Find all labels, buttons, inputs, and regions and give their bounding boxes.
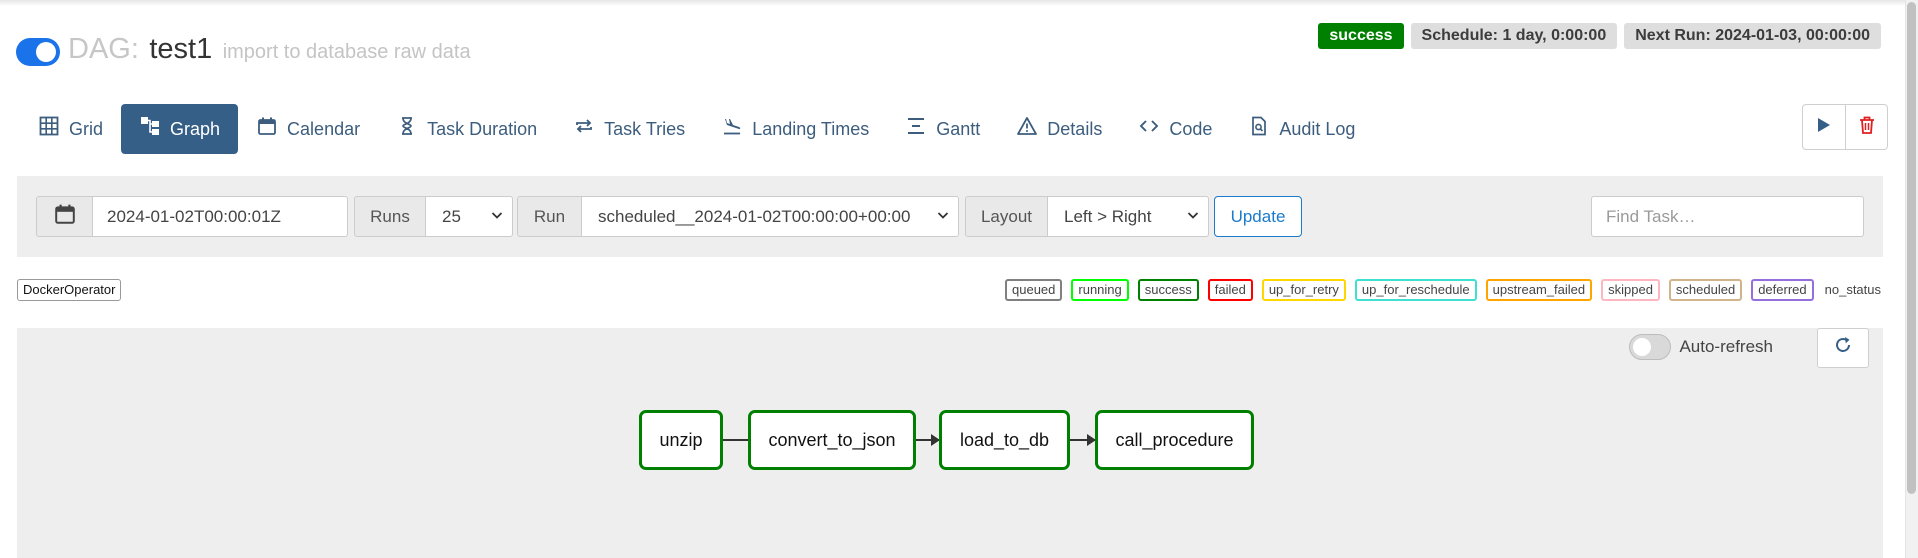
legend-no-status[interactable]: no_status (1823, 279, 1883, 301)
auto-refresh-label: Auto-refresh (1679, 337, 1773, 356)
tab-graph[interactable]: Graph (121, 104, 239, 154)
tab-code[interactable]: Code (1120, 104, 1230, 154)
task-node-convert-to-json[interactable]: convert_to_json (748, 410, 916, 470)
dag-name: test1 (149, 33, 213, 65)
tab-label: Grid (69, 118, 104, 139)
graph-icon (139, 116, 161, 142)
task-node-unzip[interactable]: unzip (639, 410, 723, 470)
dag-title: DAG: test1 import to database raw data (68, 33, 471, 66)
trash-icon (1859, 116, 1875, 139)
layout-value: Left > Right (1064, 206, 1152, 226)
tab-task-tries[interactable]: Task Tries (555, 104, 703, 154)
tab-label: Code (1169, 118, 1213, 139)
auto-refresh-toggle[interactable] (1629, 334, 1672, 360)
dag-actions (1802, 104, 1888, 150)
runs-value: 25 (442, 206, 461, 226)
tab-label: Audit Log (1279, 118, 1356, 139)
top-shadow (0, 0, 1905, 6)
tab-calendar[interactable]: Calendar (238, 104, 378, 154)
grid-icon (38, 116, 60, 142)
tab-grid[interactable]: Grid (20, 104, 121, 154)
schedule-badge: Schedule: 1 day, 0:00:00 (1410, 23, 1618, 49)
calendar-icon (54, 203, 76, 230)
update-button[interactable]: Update (1214, 196, 1302, 237)
state-legend: queued running success failed up_for_ret… (1005, 279, 1883, 301)
dag-pause-toggle[interactable] (16, 38, 60, 66)
runs-select[interactable]: 25 (425, 196, 513, 237)
scrollbar-thumb[interactable] (1907, 2, 1916, 494)
tab-label: Gantt (936, 118, 981, 139)
operator-label[interactable]: DockerOperator (17, 279, 122, 301)
legend-failed[interactable]: failed (1207, 279, 1253, 301)
task-node-call-procedure[interactable]: call_procedure (1095, 410, 1254, 470)
find-task-input[interactable]: Find Task… (1591, 196, 1864, 237)
chevron-down-icon (937, 209, 949, 224)
next-run-badge: Next Run: 2024-01-03, 00:00:00 (1624, 23, 1881, 49)
file-search-icon (1248, 116, 1270, 142)
page-scrollbar[interactable] (1905, 0, 1918, 558)
toggle-knob (1633, 338, 1652, 356)
toggle-knob (36, 42, 56, 62)
edge-load-call (1070, 434, 1096, 446)
status-badge: success (1318, 23, 1404, 49)
legend-upstream-failed[interactable]: upstream_failed (1485, 279, 1593, 301)
legend-up-for-reschedule[interactable]: up_for_reschedule (1354, 279, 1477, 301)
legend-running[interactable]: running (1071, 279, 1129, 301)
legend-up-for-retry[interactable]: up_for_retry (1261, 279, 1346, 301)
runs-label: Runs (354, 196, 426, 237)
refresh-button[interactable] (1817, 328, 1869, 368)
tab-details[interactable]: Details (998, 104, 1120, 154)
tab-gantt[interactable]: Gantt (887, 104, 998, 154)
legend-scheduled[interactable]: scheduled (1668, 279, 1743, 301)
graph-filter-bar: 2024-01-02T00:00:01Z Runs 25 Run schedul… (17, 176, 1883, 257)
tab-label: Task Tries (604, 118, 686, 139)
dag-prefix: DAG: (68, 33, 139, 65)
warning-triangle-icon (1016, 116, 1038, 142)
dag-description: import to database raw data (222, 41, 471, 63)
refresh-icon (1833, 335, 1853, 361)
legend-queued[interactable]: queued (1005, 279, 1063, 301)
legend-skipped[interactable]: skipped (1601, 279, 1660, 301)
tab-task-duration[interactable]: Task Duration (378, 104, 555, 154)
chevron-down-icon (491, 209, 503, 224)
tab-label: Details (1047, 118, 1103, 139)
run-select[interactable]: scheduled__2024-01-02T00:00:00+00:00 (581, 196, 959, 237)
play-icon (1817, 117, 1831, 138)
tab-label: Landing Times (752, 118, 870, 139)
date-picker-button[interactable] (36, 196, 93, 237)
delete-dag-button[interactable] (1845, 105, 1887, 149)
calendar-icon (256, 116, 278, 142)
run-label: Run (517, 196, 582, 237)
dag-graph-canvas[interactable]: Auto-refresh unzip convert_to_json load_… (17, 328, 1883, 558)
dag-badges: success Schedule: 1 day, 0:00:00 Next Ru… (1318, 23, 1881, 49)
gantt-icon (905, 116, 927, 142)
tab-landing-times[interactable]: Landing Times (703, 104, 887, 154)
plane-landing-icon (721, 116, 743, 142)
layout-label: Layout (965, 196, 1048, 237)
dag-view-tabs: Grid Graph Calendar Task Duration Task T… (20, 104, 1373, 154)
auto-refresh-control: Auto-refresh (1629, 334, 1773, 360)
base-date-input[interactable]: 2024-01-02T00:00:01Z (92, 196, 348, 237)
trigger-dag-button[interactable] (1803, 105, 1845, 149)
tab-audit-log[interactable]: Audit Log (1230, 104, 1373, 154)
run-value: scheduled__2024-01-02T00:00:00+00:00 (598, 206, 911, 226)
tab-label: Calendar (287, 118, 361, 139)
legend-success[interactable]: success (1137, 279, 1199, 301)
hourglass-icon (396, 116, 418, 142)
task-node-load-to-db[interactable]: load_to_db (939, 410, 1070, 470)
repeat-icon (573, 116, 595, 142)
code-icon (1138, 116, 1160, 142)
legend-deferred[interactable]: deferred (1751, 279, 1814, 301)
tab-label: Task Duration (427, 118, 538, 139)
edge-convert-load (916, 434, 940, 446)
layout-select[interactable]: Left > Right (1047, 196, 1209, 237)
chevron-down-icon (1187, 209, 1199, 224)
tab-label: Graph (170, 118, 221, 139)
